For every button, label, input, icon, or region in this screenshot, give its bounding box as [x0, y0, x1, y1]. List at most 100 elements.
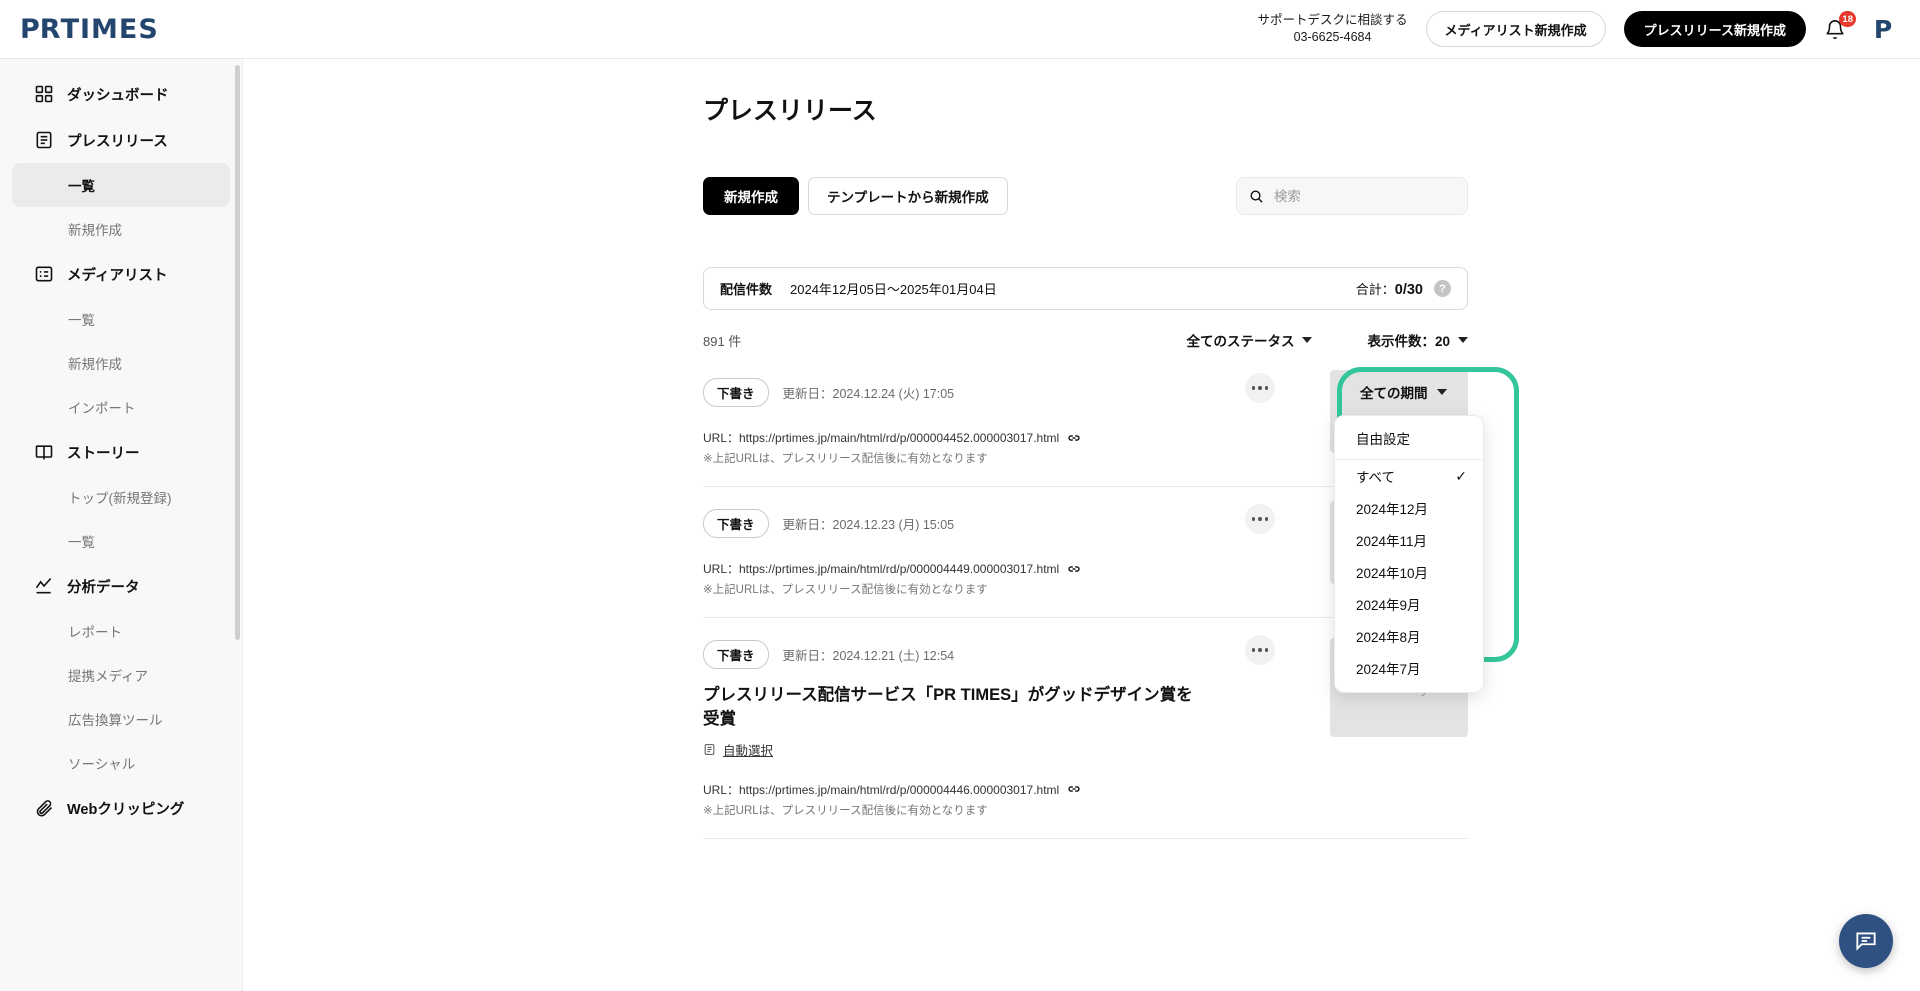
press-release-title[interactable]: プレスリリース配信サービス「PR TIMES」がグッドデザイン賞を受賞: [703, 683, 1203, 732]
status-filter-label: 全てのステータス: [1186, 334, 1295, 349]
main-content: プレスリリース 新規作成 テンプレートから新規作成 配信件数 2024年12月0…: [243, 59, 1920, 991]
status-badge: 下書き: [703, 640, 769, 669]
sidebar-item-story-list[interactable]: 一覧: [12, 519, 230, 563]
sidebar-item-story[interactable]: ストーリー: [12, 429, 230, 475]
dropdown-item-2024-07[interactable]: 2024年7月: [1335, 652, 1483, 684]
list-icon: [35, 266, 53, 282]
sidebar-item-media-list-import[interactable]: インポート: [12, 385, 230, 429]
page-title: プレスリリース: [703, 97, 877, 125]
book-icon: [35, 445, 53, 460]
sidebar: ダッシュボード プレスリリース 一覧 新規作成 メディアリスト 一覧 新規作成 …: [0, 59, 243, 991]
period-dropdown-menu: 自由設定 すべて ✓ 2024年12月 2024年11月 2024年10月 20…: [1334, 415, 1484, 693]
sidebar-item-label: ダッシュボード: [67, 87, 169, 104]
more-options-button[interactable]: [1245, 635, 1275, 665]
sidebar-item-label: 新規作成: [68, 357, 122, 372]
new-button[interactable]: 新規作成: [703, 177, 799, 215]
create-press-release-button[interactable]: プレスリリース新規作成: [1623, 11, 1806, 47]
total-value: 0/30: [1394, 282, 1423, 298]
sidebar-scrollbar[interactable]: [235, 65, 240, 640]
sidebar-item-label: ソーシャル: [68, 757, 136, 772]
delivery-count-total: 合計：0/30: [1356, 279, 1423, 298]
notification-badge: 18: [1839, 11, 1856, 27]
sidebar-item-label: 新規作成: [68, 223, 122, 238]
sidebar-item-label: インポート: [68, 401, 136, 416]
sidebar-item-analytics-ad-value[interactable]: 広告換算ツール: [12, 697, 230, 741]
dropdown-item-2024-12[interactable]: 2024年12月: [1335, 492, 1483, 524]
check-icon: ✓: [1455, 467, 1467, 484]
url-text: URL：https://prtimes.jp/main/html/rd/p/00…: [703, 782, 1060, 797]
sidebar-item-label: トップ(新規登録): [68, 491, 172, 506]
dropdown-item-label: 2024年10月: [1356, 566, 1429, 581]
dropdown-item-label: 2024年12月: [1356, 502, 1429, 517]
link-icon[interactable]: [1067, 562, 1081, 576]
result-count: 891 件: [703, 333, 742, 349]
search-box[interactable]: [1236, 177, 1468, 215]
dropdown-item-all[interactable]: すべて ✓: [1335, 460, 1483, 492]
status-badge: 下書き: [703, 509, 769, 538]
chat-support-button[interactable]: [1839, 914, 1893, 968]
dropdown-item-label: 2024年9月: [1356, 598, 1421, 613]
dropdown-item-2024-11[interactable]: 2024年11月: [1335, 524, 1483, 556]
category-icon: [704, 743, 715, 755]
link-icon[interactable]: [1067, 782, 1081, 796]
app-header: PRTIMES サポートデスクに相談する 03-6625-4684 メディアリス…: [0, 0, 1920, 59]
sidebar-item-label: 分析データ: [67, 579, 140, 596]
dropdown-item-2024-09[interactable]: 2024年9月: [1335, 588, 1483, 620]
period-filter-label: 全ての期間: [1360, 386, 1428, 401]
create-media-list-button[interactable]: メディアリスト新規作成: [1425, 11, 1606, 47]
auto-select-link[interactable]: 自動選択: [723, 740, 773, 759]
sidebar-item-analytics[interactable]: 分析データ: [12, 563, 230, 609]
header-actions: サポートデスクに相談する 03-6625-4684 メディアリスト新規作成 プレ…: [1258, 11, 1898, 47]
sidebar-item-story-top[interactable]: トップ(新規登録): [12, 475, 230, 519]
sidebar-item-label: 広告換算ツール: [68, 713, 163, 728]
new-from-template-button[interactable]: テンプレートから新規作成: [808, 177, 1008, 215]
sidebar-item-label: ストーリー: [67, 445, 140, 462]
dropdown-item-label: すべて: [1356, 470, 1396, 485]
sidebar-item-analytics-social[interactable]: ソーシャル: [12, 741, 230, 785]
display-count-filter[interactable]: 表示件数：20: [1367, 330, 1468, 350]
total-label: 合計：: [1355, 282, 1395, 297]
period-filter[interactable]: 全ての期間: [1360, 382, 1447, 402]
document-icon: [36, 131, 52, 149]
sidebar-item-media-list-new[interactable]: 新規作成: [12, 341, 230, 385]
sidebar-item-dashboard[interactable]: ダッシュボード: [12, 71, 230, 117]
chevron-down-icon: [1436, 389, 1447, 395]
sidebar-item-press-release[interactable]: プレスリリース: [12, 117, 230, 163]
sidebar-item-label: 一覧: [68, 179, 95, 194]
notifications-button[interactable]: 18: [1824, 11, 1856, 44]
dropdown-item-label: 2024年7月: [1356, 662, 1421, 677]
prtimes-logo[interactable]: PRTIMES: [20, 14, 159, 45]
dropdown-item-label: 2024年8月: [1356, 630, 1421, 645]
display-count-label: 表示件数：20: [1367, 334, 1450, 349]
sidebar-item-analytics-partner-media[interactable]: 提携メディア: [12, 653, 230, 697]
chevron-down-icon: [1458, 337, 1468, 343]
url-text: URL：https://prtimes.jp/main/html/rd/p/00…: [703, 431, 1060, 445]
link-icon[interactable]: [1067, 431, 1081, 445]
sidebar-item-label: レポート: [68, 625, 122, 640]
updated-date: 更新日：2024.12.24 (火) 17:05: [782, 387, 955, 401]
more-options-button[interactable]: [1245, 504, 1275, 534]
sidebar-item-label: 一覧: [68, 535, 95, 550]
dropdown-item-2024-08[interactable]: 2024年8月: [1335, 620, 1483, 652]
sidebar-item-media-list-list[interactable]: 一覧: [12, 297, 230, 341]
dashboard-icon: [35, 85, 53, 103]
url-note: ※上記URLは、プレスリリース配信後に有効となります: [703, 804, 988, 817]
sidebar-item-web-clipping[interactable]: Webクリッピング: [12, 785, 230, 831]
dropdown-item-2024-10[interactable]: 2024年10月: [1335, 556, 1483, 588]
sidebar-item-press-release-list[interactable]: 一覧: [12, 163, 230, 207]
filter-row: 891 件 全てのステータス 表示件数：20: [703, 324, 1468, 356]
sidebar-item-media-list[interactable]: メディアリスト: [12, 251, 230, 297]
action-row: 新規作成 テンプレートから新規作成: [703, 177, 1468, 215]
chart-line-icon: [35, 577, 52, 594]
more-options-button[interactable]: [1245, 373, 1275, 403]
status-filter[interactable]: 全てのステータス: [1186, 330, 1313, 350]
avatar[interactable]: P: [1868, 14, 1898, 44]
dropdown-item-custom[interactable]: 自由設定: [1335, 416, 1483, 460]
sidebar-item-label: 一覧: [68, 313, 95, 328]
sidebar-item-press-release-new[interactable]: 新規作成: [12, 207, 230, 251]
auto-select-row: 自動選択: [703, 740, 1468, 759]
updated-date: 更新日：2024.12.21 (土) 12:54: [782, 649, 955, 663]
question-mark-icon[interactable]: ?: [1434, 280, 1451, 297]
sidebar-item-analytics-report[interactable]: レポート: [12, 609, 230, 653]
search-input[interactable]: [1273, 188, 1455, 204]
